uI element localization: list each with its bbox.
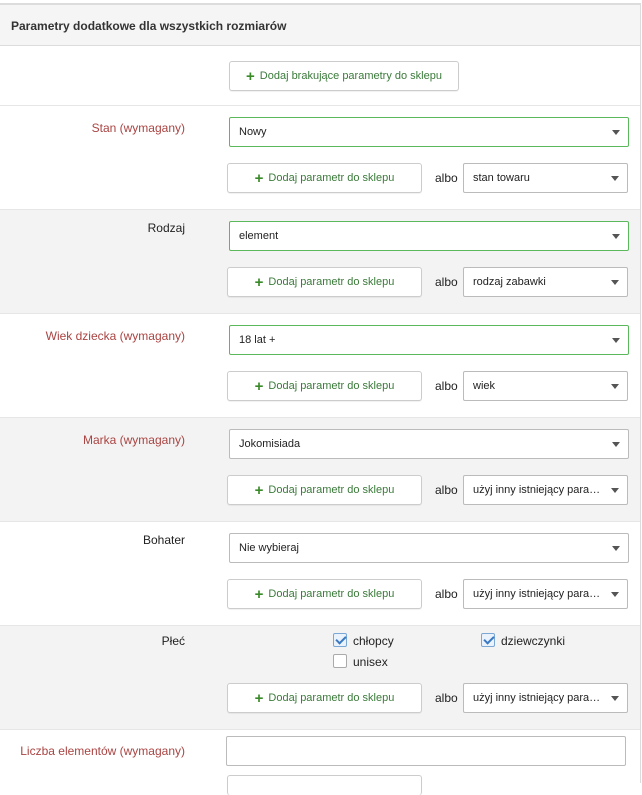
param-label-rodzaj: Rodzaj (147, 221, 185, 235)
alt-param-select-value: użyj inny istniejący param… (473, 484, 610, 496)
alt-param-select-stan[interactable]: stan towaru (463, 163, 628, 193)
caret-down-icon (612, 130, 620, 135)
add-param-label: Dodaj parametr do sklepu (268, 380, 395, 392)
checkbox-dziewczynki[interactable] (481, 633, 495, 647)
alt-param-select-marka[interactable]: użyj inny istniejący param… (463, 475, 628, 505)
add-missing-row: + Dodaj brakujące parametry do sklepu (0, 46, 640, 106)
caret-down-icon (611, 384, 619, 389)
caret-down-icon (612, 338, 620, 343)
checkbox-chlopcy[interactable] (333, 633, 347, 647)
param-row-rodzaj: Rodzaj element + Dodaj parametr do sklep… (0, 210, 640, 314)
add-param-button-rodzaj[interactable]: + Dodaj parametr do sklepu (227, 267, 422, 297)
add-param-label: Dodaj parametr do sklepu (268, 484, 395, 496)
rodzaj-select-value: element (239, 230, 279, 242)
param-row-plec: Płeć chłopcy dziewczynki unisex + Dodaj … (0, 626, 640, 730)
alt-param-select-plec[interactable]: użyj inny istniejący param… (463, 683, 628, 713)
caret-down-icon (611, 176, 619, 181)
albo-text: albo (435, 483, 458, 497)
panel-title: Parametry dodatkowe dla wszystkich rozmi… (11, 19, 287, 33)
caret-down-icon (612, 442, 620, 447)
plus-icon: + (254, 585, 264, 603)
plus-icon: + (254, 377, 264, 395)
alt-param-select-value: rodzaj zabawki (473, 276, 546, 288)
alt-param-select-value: użyj inny istniejący param… (473, 692, 610, 704)
caret-down-icon (611, 592, 619, 597)
caret-down-icon (611, 488, 619, 493)
alt-param-select-value: stan towaru (473, 172, 530, 184)
plus-icon: + (254, 481, 264, 499)
caret-down-icon (611, 280, 619, 285)
plus-icon: + (254, 689, 264, 707)
param-row-marka: Marka (wymagany) Jokomisiada + Dodaj par… (0, 418, 640, 522)
plus-icon: + (254, 169, 264, 187)
param-label-bohater: Bohater (142, 533, 185, 547)
param-row-bohater: Bohater Nie wybieraj + Dodaj parametr do… (0, 522, 640, 626)
add-param-button-bohater[interactable]: + Dodaj parametr do sklepu (227, 579, 422, 609)
albo-text: albo (435, 691, 458, 705)
add-param-label: Dodaj parametr do sklepu (268, 172, 395, 184)
param-label-plec: Płeć (161, 634, 185, 648)
add-param-button-wiek[interactable]: + Dodaj parametr do sklepu (227, 371, 422, 401)
alt-param-select-rodzaj[interactable]: rodzaj zabawki (463, 267, 628, 297)
plus-icon: + (254, 273, 264, 291)
albo-text: albo (435, 587, 458, 601)
add-missing-params-label: Dodaj brakujące parametry do sklepu (259, 70, 442, 82)
param-label-wiek: Wiek dziecka (wymagany) (45, 329, 185, 343)
param-label-stan: Stan (wymagany) (91, 121, 185, 135)
param-row-liczba: Liczba elementów (wymagany) (0, 730, 640, 795)
liczba-elementow-input[interactable] (226, 736, 626, 766)
plus-icon: + (246, 67, 255, 85)
add-param-button-plec[interactable]: + Dodaj parametr do sklepu (227, 683, 422, 713)
add-missing-params-button[interactable]: + Dodaj brakujące parametry do sklepu (229, 61, 459, 91)
add-param-button-liczba[interactable] (227, 775, 422, 795)
stan-select[interactable]: Nowy (229, 117, 629, 147)
alt-param-select-value: użyj inny istniejący param… (473, 588, 610, 600)
additional-params-panel: Parametry dodatkowe dla wszystkich rozmi… (0, 3, 641, 795)
checkbox-label-unisex: unisex (353, 655, 388, 669)
rodzaj-select[interactable]: element (229, 221, 629, 251)
checkbox-label-dziewczynki: dziewczynki (501, 634, 566, 648)
add-param-label: Dodaj parametr do sklepu (268, 276, 395, 288)
albo-text: albo (435, 171, 458, 185)
checkbox-unisex[interactable] (333, 654, 347, 668)
checkbox-label-chlopcy: chłopcy (353, 634, 394, 648)
param-row-wiek: Wiek dziecka (wymagany) 18 lat + + Dodaj… (0, 314, 640, 418)
add-param-button-stan[interactable]: + Dodaj parametr do sklepu (227, 163, 422, 193)
param-row-stan: Stan (wymagany) Nowy + Dodaj parametr do… (0, 106, 640, 210)
marka-select-value: Jokomisiada (239, 438, 301, 450)
caret-down-icon (612, 234, 620, 239)
marka-select[interactable]: Jokomisiada (229, 429, 629, 459)
bohater-select-value: Nie wybieraj (239, 542, 299, 554)
caret-down-icon (612, 546, 620, 551)
param-label-liczba: Liczba elementów (wymagany) (20, 744, 185, 758)
alt-param-select-wiek[interactable]: wiek (463, 371, 628, 401)
bohater-select[interactable]: Nie wybieraj (229, 533, 629, 563)
albo-text: albo (435, 379, 458, 393)
caret-down-icon (611, 696, 619, 701)
stan-select-value: Nowy (239, 126, 267, 138)
panel-header: Parametry dodatkowe dla wszystkich rozmi… (0, 5, 640, 46)
param-label-marka: Marka (wymagany) (82, 433, 185, 447)
wiek-select-value: 18 lat + (239, 334, 276, 346)
alt-param-select-bohater[interactable]: użyj inny istniejący param… (463, 579, 628, 609)
add-param-label: Dodaj parametr do sklepu (268, 588, 395, 600)
wiek-select[interactable]: 18 lat + (229, 325, 629, 355)
add-param-button-marka[interactable]: + Dodaj parametr do sklepu (227, 475, 422, 505)
albo-text: albo (435, 275, 458, 289)
alt-param-select-value: wiek (473, 380, 496, 392)
add-param-label: Dodaj parametr do sklepu (268, 692, 395, 704)
